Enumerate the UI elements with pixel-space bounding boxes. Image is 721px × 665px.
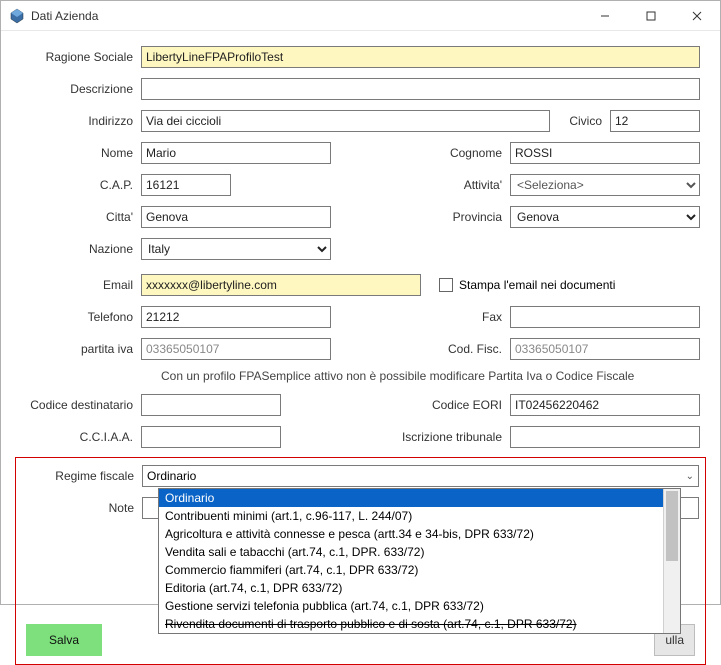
info-text: Con un profilo FPASemplice attivo non è …: [161, 369, 700, 383]
company-data-dialog: Dati Azienda Ragione Sociale Descrizione…: [0, 0, 721, 605]
app-icon: [9, 8, 25, 24]
regime-option[interactable]: Ordinario: [159, 489, 680, 507]
nome-input[interactable]: [141, 142, 331, 164]
label-iscrizione-tribunale: Iscrizione tribunale: [281, 430, 510, 444]
label-fax: Fax: [331, 310, 510, 324]
citta-input[interactable]: [141, 206, 331, 228]
label-codice-destinatario: Codice destinatario: [21, 398, 141, 412]
telefono-input[interactable]: [141, 306, 331, 328]
maximize-button[interactable]: [628, 1, 674, 31]
label-regime-fiscale: Regime fiscale: [22, 469, 142, 483]
provincia-select[interactable]: Genova: [510, 206, 700, 228]
ragione-sociale-input[interactable]: [141, 46, 700, 68]
label-provincia: Provincia: [331, 210, 510, 224]
save-button[interactable]: Salva: [26, 624, 102, 656]
label-indirizzo: Indirizzo: [21, 114, 141, 128]
regime-option[interactable]: Commercio fiammiferi (art.74, c.1, DPR 6…: [159, 561, 680, 579]
label-cognome: Cognome: [331, 146, 510, 160]
label-ragione-sociale: Ragione Sociale: [21, 50, 141, 64]
regime-option[interactable]: Rivendita documenti di trasporto pubblic…: [159, 615, 680, 633]
form-content: Ragione Sociale Descrizione Indirizzo Ci…: [1, 31, 720, 665]
label-nazione: Nazione: [21, 242, 141, 256]
label-civico: Civico: [550, 114, 610, 128]
close-button[interactable]: [674, 1, 720, 31]
descrizione-input[interactable]: [141, 78, 700, 100]
label-note: Note: [22, 501, 142, 515]
label-stampa-email: Stampa l'email nei documenti: [459, 278, 615, 292]
regime-option[interactable]: Contribuenti minimi (art.1, c.96-117, L.…: [159, 507, 680, 525]
cognome-input[interactable]: [510, 142, 700, 164]
regime-fiscale-highlight: Regime fiscale Ordinario ⌄ OrdinarioCont…: [15, 457, 706, 665]
email-input[interactable]: [141, 274, 421, 296]
regime-option[interactable]: Gestione servizi telefonia pubblica (art…: [159, 597, 680, 615]
label-email: Email: [21, 278, 141, 292]
indirizzo-input[interactable]: [141, 110, 550, 132]
cap-input[interactable]: [141, 174, 231, 196]
window-title: Dati Azienda: [31, 9, 98, 23]
fax-input[interactable]: [510, 306, 700, 328]
label-cap: C.A.P.: [21, 178, 141, 192]
cod-fisc-input: [510, 338, 700, 360]
regime-fiscale-value: Ordinario: [147, 469, 196, 483]
partita-iva-input: [141, 338, 331, 360]
regime-fiscale-dropdown[interactable]: OrdinarioContribuenti minimi (art.1, c.9…: [158, 488, 681, 634]
label-descrizione: Descrizione: [21, 82, 141, 96]
titlebar: Dati Azienda: [1, 1, 720, 31]
label-codice-eori: Codice EORI: [281, 398, 510, 412]
regime-option[interactable]: Agricoltura e attività connesse e pesca …: [159, 525, 680, 543]
label-nome: Nome: [21, 146, 141, 160]
codice-destinatario-input[interactable]: [141, 394, 281, 416]
regime-option[interactable]: Vendita sali e tabacchi (art.74, c.1, DP…: [159, 543, 680, 561]
stampa-email-checkbox[interactable]: [439, 278, 453, 292]
cciaa-input[interactable]: [141, 426, 281, 448]
chevron-down-icon: ⌄: [686, 471, 694, 482]
label-partita-iva: partita iva: [21, 342, 141, 356]
codice-eori-input[interactable]: [510, 394, 700, 416]
label-citta: Citta': [21, 210, 141, 224]
regime-fiscale-select[interactable]: Ordinario ⌄: [142, 465, 699, 487]
label-cciaa: C.C.I.A.A.: [21, 430, 141, 444]
civico-input[interactable]: [610, 110, 700, 132]
attivita-select[interactable]: <Seleziona>: [510, 174, 700, 196]
label-cod-fisc: Cod. Fisc.: [331, 342, 510, 356]
label-attivita: Attivita': [231, 178, 510, 192]
minimize-button[interactable]: [582, 1, 628, 31]
label-telefono: Telefono: [21, 310, 141, 324]
iscrizione-tribunale-input[interactable]: [510, 426, 700, 448]
dropdown-scrollbar[interactable]: [663, 489, 680, 633]
regime-option[interactable]: Editoria (art.74, c.1, DPR 633/72): [159, 579, 680, 597]
nazione-select[interactable]: Italy: [141, 238, 331, 260]
